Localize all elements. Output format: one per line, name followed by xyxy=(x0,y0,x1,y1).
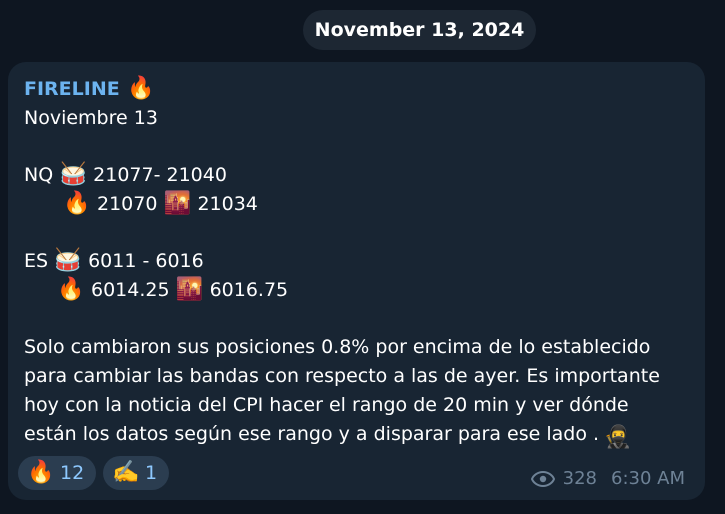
sunset-icon: 🌇 xyxy=(175,277,204,302)
reaction-count: 1 xyxy=(145,462,158,484)
fire-icon: 🔥 xyxy=(57,277,85,302)
reaction-count: 12 xyxy=(60,462,85,484)
channel-name-label: FIRELINE xyxy=(24,78,120,100)
message-bubble[interactable]: FIRELINE 🔥 Noviembre 13 NQ 🥁 21077- 2104… xyxy=(8,62,705,500)
message-meta: 328 6:30 AM xyxy=(530,468,685,489)
nq-range: 21077- 21040 xyxy=(93,164,227,186)
fire-icon: 🔥 xyxy=(127,76,155,101)
es-range: 6011 - 6016 xyxy=(88,250,204,272)
message-paragraph-text: Solo cambiaron sus posiciones 0.8% por e… xyxy=(24,336,660,445)
es-range-line: ES 🥁 6011 - 6016 xyxy=(24,247,204,275)
fire-icon: 🔥 xyxy=(27,460,55,485)
nq-values-line: 🔥 21070 🌇 21034 xyxy=(63,190,258,218)
message-paragraph: Solo cambiaron sus posiciones 0.8% por e… xyxy=(24,333,684,451)
drum-icon: 🥁 xyxy=(54,248,82,273)
es-value-fire: 6014.25 xyxy=(91,279,170,301)
nq-range-line: NQ 🥁 21077- 21040 xyxy=(24,161,227,189)
nq-value-sunset: 21034 xyxy=(197,193,258,215)
date-separator-label: November 13, 2024 xyxy=(314,19,525,41)
eye-icon xyxy=(530,470,555,487)
es-label: ES xyxy=(24,250,49,272)
nq-label: NQ xyxy=(24,164,54,186)
reaction-fire[interactable]: 🔥 12 xyxy=(18,456,96,490)
fire-icon: 🔥 xyxy=(63,191,91,216)
message-time: 6:30 AM xyxy=(611,468,685,489)
channel-name[interactable]: FIRELINE 🔥 xyxy=(24,76,154,102)
drum-icon: 🥁 xyxy=(59,162,87,187)
nq-value-fire: 21070 xyxy=(97,193,158,215)
writing-hand-icon: ✍️ xyxy=(112,460,140,485)
view-count: 328 xyxy=(562,468,597,489)
sunset-icon: 🌇 xyxy=(163,191,192,216)
es-values-line: 🔥 6014.25 🌇 6016.75 xyxy=(57,276,289,304)
date-separator-pill: November 13, 2024 xyxy=(303,10,536,50)
reaction-writing-hand[interactable]: ✍️ 1 xyxy=(103,456,169,490)
es-value-sunset: 6016.75 xyxy=(209,279,289,301)
date-line-text: Noviembre 13 xyxy=(24,107,158,129)
date-line: Noviembre 13 xyxy=(24,104,158,132)
ninja-icon: 🥷 xyxy=(604,425,632,450)
